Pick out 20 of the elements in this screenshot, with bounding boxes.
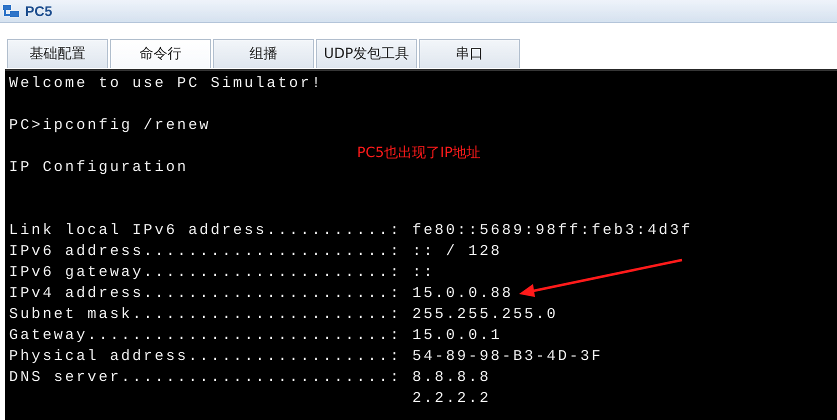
- terminal-line: IPv4 address......................: 15.0.0.88: [9, 285, 514, 302]
- terminal-line: Subnet mask.......................: 255.255.255.0: [9, 306, 558, 323]
- terminal-line: Welcome to use PC Simulator!: [9, 75, 323, 92]
- tab[interactable]: 组播: [213, 39, 314, 68]
- terminal-line: IPv6 gateway......................: ::: [9, 264, 435, 281]
- tab[interactable]: UDP发包工具: [316, 39, 417, 68]
- network-icon: [1, 3, 21, 19]
- terminal-line: Link local IPv6 address...........: fe80::5689:98ff:feb3:4d3f: [9, 222, 692, 239]
- terminal-line: IPv6 address......................: :: / 128: [9, 243, 502, 260]
- terminal-line: PC>ipconfig /renew: [9, 117, 211, 134]
- terminal-line: DNS server........................: 8.8.8.8: [9, 369, 491, 386]
- terminal-line: IP Configuration: [9, 159, 188, 176]
- tab[interactable]: 命令行: [110, 39, 211, 68]
- tab[interactable]: 串口: [419, 39, 520, 68]
- tab[interactable]: 基础配置: [7, 39, 108, 68]
- terminal-line: Gateway...........................: 15.0.0.1: [9, 327, 502, 344]
- terminal-line: Physical address..................: 54-89-98-B3-4D-3F: [9, 348, 603, 365]
- terminal-line: 2.2.2.2: [411, 390, 491, 407]
- window-title: PC5: [25, 3, 52, 19]
- annotation-text: PC5也出现了IP地址: [357, 144, 481, 162]
